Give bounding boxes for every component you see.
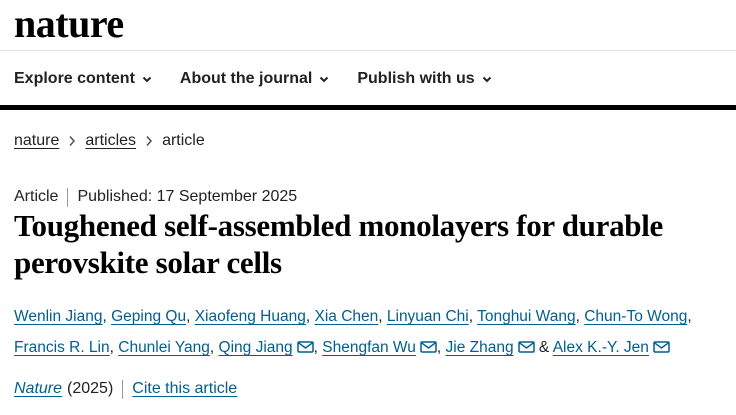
article-meta: Article Published: 17 September 2025 — [14, 187, 297, 207]
author-separator: & — [534, 339, 553, 356]
nav-label: Publish with us — [357, 70, 475, 87]
breadcrumb-articles[interactable]: articles — [85, 131, 136, 151]
nav-explore-content[interactable]: Explore content — [14, 70, 153, 88]
article-title: Toughened self-assembled monolayers for … — [14, 208, 663, 280]
author-link[interactable]: Wenlin Jiang — [14, 308, 102, 325]
author-link[interactable]: Chun-To Wong — [584, 308, 687, 325]
chevron-right-icon — [136, 134, 162, 148]
breadcrumb: nature articles article — [14, 131, 205, 151]
nav-label: Explore content — [14, 70, 135, 87]
author-separator: , — [209, 339, 219, 356]
chevron-down-icon — [482, 76, 491, 83]
chevron-right-icon — [59, 134, 85, 148]
author-link[interactable]: Tonghui Wang — [477, 308, 576, 325]
nav-about-the-journal[interactable]: About the journal — [180, 70, 330, 88]
author-link[interactable]: Shengfan Wu — [322, 339, 416, 356]
chevron-down-icon — [320, 76, 329, 83]
breadcrumb-nature[interactable]: nature — [14, 131, 59, 151]
citation-divider — [122, 379, 124, 399]
publication-year: (2025) — [67, 380, 114, 397]
author-link[interactable]: Chunlei Yang — [118, 339, 210, 356]
author-link[interactable]: Xia Chen — [314, 308, 378, 325]
author-separator: , — [687, 308, 692, 325]
nature-logo[interactable]: nature — [14, 2, 124, 46]
author-link[interactable]: Linyuan Chi — [387, 308, 469, 325]
journal-link[interactable]: Nature — [14, 379, 62, 399]
author-link[interactable]: Jie Zhang — [446, 339, 514, 356]
nav-bottom-rule — [0, 105, 736, 110]
author-list: Wenlin Jiang, Geping Qu, Xiaofeng Huang,… — [14, 301, 726, 363]
nav-label: About the journal — [179, 70, 313, 87]
author-link[interactable]: Xiaofeng Huang — [195, 308, 306, 325]
author-link[interactable]: Alex K.-Y. Jen — [553, 339, 649, 356]
envelope-icon[interactable] — [653, 341, 670, 353]
author-separator: , — [186, 308, 195, 325]
author-separator: , — [468, 308, 478, 325]
cite-this-article-link[interactable]: Cite this article — [132, 379, 237, 399]
breadcrumb-current: article — [162, 132, 205, 149]
envelope-icon[interactable] — [296, 341, 314, 353]
author-separator: , — [436, 339, 446, 356]
published-date: Published: 17 September 2025 — [77, 188, 298, 205]
author-separator: , — [109, 339, 119, 356]
author-separator: , — [313, 339, 323, 356]
envelope-icon[interactable] — [517, 341, 535, 353]
nav-publish-with-us[interactable]: Publish with us — [357, 70, 492, 88]
author-link[interactable]: Francis R. Lin — [14, 339, 110, 356]
author-link[interactable]: Geping Qu — [111, 308, 186, 325]
author-line: Wenlin Jiang, Geping Qu, Xiaofeng Huang,… — [14, 301, 726, 332]
author-separator: , — [378, 308, 387, 325]
author-separator: , — [102, 308, 112, 325]
author-link[interactable]: Qing Jiang — [219, 339, 293, 356]
article-type: Article — [14, 188, 59, 205]
author-separator: , — [575, 308, 585, 325]
meta-divider — [67, 187, 69, 207]
author-line: Francis R. Lin, Chunlei Yang, Qing Jiang… — [14, 332, 726, 363]
envelope-icon[interactable] — [420, 341, 437, 353]
citation-line: Nature (2025) Cite this article — [14, 379, 237, 399]
main-nav: Explore content About the journal Publis… — [14, 64, 493, 94]
chevron-down-icon — [142, 76, 152, 83]
header-divider — [0, 50, 736, 51]
